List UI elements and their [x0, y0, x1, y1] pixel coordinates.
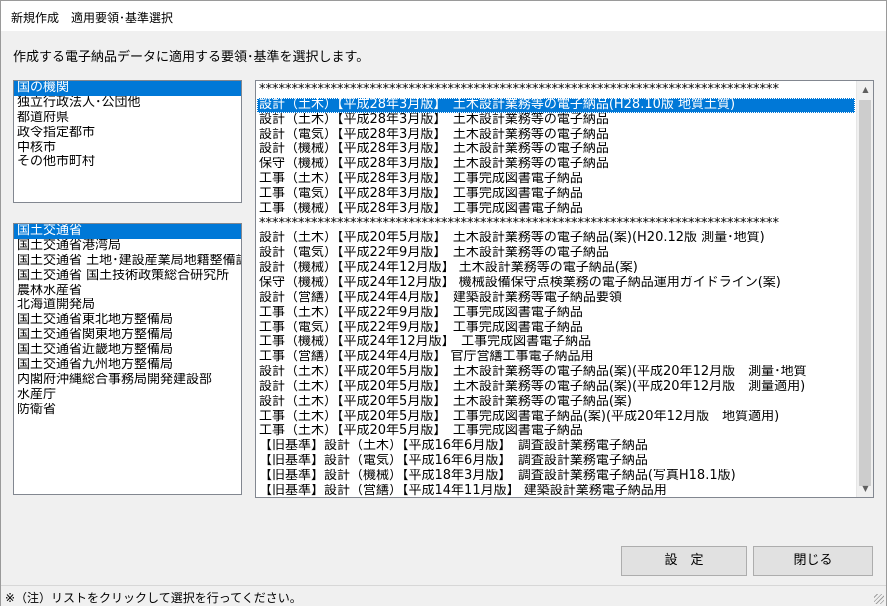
scroll-down-arrow-icon[interactable]: ▼: [857, 480, 873, 497]
standards-list-item[interactable]: 【旧基準】設計（機械）【平成18年3月版】 調査設計業務電子納品(写真H18.1…: [257, 469, 855, 484]
resize-grip-icon[interactable]: [874, 594, 884, 604]
standards-list-item[interactable]: 【旧基準】設計（土木）【平成16年6月版】 調査設計業務電子納品: [257, 439, 855, 454]
standards-list-item[interactable]: 設計（土木）【平成28年3月版】 土木設計業務等の電子納品(H28.10版 地質…: [257, 97, 855, 113]
standards-list-item[interactable]: 工事（機械）【平成24年12月版】 工事完成図書電子納品: [257, 335, 855, 350]
organization-list-item[interactable]: 独立行政法人･公団他: [14, 96, 241, 111]
standards-list-item[interactable]: 工事（土木）【平成20年5月版】 工事完成図書電子納品: [257, 424, 855, 439]
status-bar: ※（注）リストをクリックして選択を行ってください。: [1, 585, 886, 606]
department-list-item[interactable]: 国土交通省 国土技術政策総合研究所: [14, 269, 241, 284]
standards-scrollbar[interactable]: ▲ ▼: [856, 81, 873, 497]
department-list-item[interactable]: 国土交通省近畿地方整備局: [14, 343, 241, 358]
instruction-text: 作成する電子納品データに適用する要領･基準を選択します。: [13, 50, 370, 65]
organization-list-item[interactable]: その他市町村: [14, 155, 241, 170]
dialog-window: 新規作成 適用要領･基準選択 作成する電子納品データに適用する要領･基準を選択し…: [0, 0, 887, 606]
organization-list-item[interactable]: 都道府県: [14, 111, 241, 126]
department-list-item[interactable]: 水産庁: [14, 388, 241, 403]
standards-list-item[interactable]: 【旧基準】設計（電気）【平成16年6月版】 調査設計業務電子納品: [257, 454, 855, 469]
department-list[interactable]: 国土交通省 国土交通省港湾局 国土交通省 土地･建設産業局地籍整備課 国土交通省 国土…: [13, 223, 242, 495]
standards-list-item[interactable]: ****************************************…: [257, 217, 855, 232]
department-list-item[interactable]: 内閣府沖縄総合事務局開発建設部: [14, 373, 241, 388]
standards-list-item[interactable]: 設計（営繕）【平成24年4月版】 建築設計業務等電子納品要領: [257, 291, 855, 306]
standards-list-item[interactable]: 工事（土木）【平成28年3月版】 工事完成図書電子納品: [257, 172, 855, 187]
organization-list-item[interactable]: 中核市: [14, 141, 241, 156]
close-button[interactable]: 閉じる: [753, 546, 873, 576]
standards-list-item[interactable]: 工事（電気）【平成22年9月版】 工事完成図書電子納品: [257, 321, 855, 336]
department-list-item[interactable]: 国土交通省九州地方整備局: [14, 358, 241, 373]
standards-list-item[interactable]: 保守（機械）【平成28年3月版】 土木設計業務等の電子納品: [257, 157, 855, 172]
scroll-thumb[interactable]: [859, 100, 871, 486]
standards-list-item[interactable]: 設計（電気）【平成22年9月版】 土木設計業務等の電子納品: [257, 246, 855, 261]
organization-list-item[interactable]: 国の機関: [14, 81, 241, 96]
standards-items: ****************************************…: [257, 83, 855, 497]
set-button[interactable]: 設 定: [621, 546, 747, 576]
department-list-item[interactable]: 北海道開発局: [14, 298, 241, 313]
department-list-item[interactable]: 国土交通省 土地･建設産業局地籍整備課: [14, 254, 241, 269]
standards-list-item[interactable]: 設計（土木）【平成20年5月版】 土木設計業務等の電子納品(案): [257, 395, 855, 410]
standards-list-item[interactable]: 設計（機械）【平成28年3月版】 土木設計業務等の電子納品: [257, 142, 855, 157]
standards-list-item[interactable]: ****************************************…: [257, 83, 855, 98]
department-list-item[interactable]: 防衛省: [14, 403, 241, 418]
standards-list-item[interactable]: 設計（土木）【平成20年5月版】 土木設計業務等の電子納品(案)(H20.12版…: [257, 231, 855, 246]
organization-list[interactable]: 国の機関 独立行政法人･公団他 都道府県 政令指定都市 中核市 その他市町村: [13, 80, 242, 203]
standards-list-item[interactable]: 設計（土木）【平成28年3月版】 土木設計業務等の電子納品: [257, 113, 855, 128]
status-text: ※（注）リストをクリックして選択を行ってください。: [5, 591, 302, 605]
standards-list-item[interactable]: 工事（機械）【平成28年3月版】 工事完成図書電子納品: [257, 202, 855, 217]
window-title: 新規作成 適用要領･基準選択: [11, 11, 174, 25]
standards-list-item[interactable]: 工事（営繕）【平成24年4月版】 官庁営繕工事電子納品用: [257, 350, 855, 365]
department-list-item[interactable]: 農林水産省: [14, 284, 241, 299]
standards-list-item[interactable]: 工事（電気）【平成28年3月版】 工事完成図書電子納品: [257, 187, 855, 202]
standards-list-item[interactable]: 設計（土木）【平成20年5月版】 土木設計業務等の電子納品(案)(平成20年12…: [257, 380, 855, 395]
department-list-item[interactable]: 国土交通省: [14, 224, 241, 239]
organization-list-item[interactable]: 政令指定都市: [14, 126, 241, 141]
scroll-up-arrow-icon[interactable]: ▲: [857, 81, 873, 98]
standards-list[interactable]: ****************************************…: [255, 80, 874, 498]
title-bar: 新規作成 適用要領･基準選択: [1, 1, 886, 31]
standards-list-item[interactable]: 設計（土木）【平成20年5月版】 土木設計業務等の電子納品(案)(平成20年12…: [257, 365, 855, 380]
department-list-item[interactable]: 国土交通省関東地方整備局: [14, 328, 241, 343]
standards-list-item[interactable]: 【旧基準】設計（営繕）【平成14年11月版】 建築設計業務電子納品用: [257, 484, 855, 497]
standards-list-item[interactable]: 設計（電気）【平成28年3月版】 土木設計業務等の電子納品: [257, 128, 855, 143]
department-list-item[interactable]: 国土交通省港湾局: [14, 239, 241, 254]
standards-list-item[interactable]: 工事（土木）【平成22年9月版】 工事完成図書電子納品: [257, 306, 855, 321]
department-list-item[interactable]: 国土交通省東北地方整備局: [14, 313, 241, 328]
standards-list-item[interactable]: 設計（機械）【平成24年12月版】 土木設計業務等の電子納品(案): [257, 261, 855, 276]
standards-list-item[interactable]: 工事（土木）【平成20年5月版】 工事完成図書電子納品(案)(平成20年12月版…: [257, 410, 855, 425]
standards-list-item[interactable]: 保守（機械）【平成24年12月版】 機械設備保守点検業務の電子納品運用ガイドライ…: [257, 276, 855, 291]
